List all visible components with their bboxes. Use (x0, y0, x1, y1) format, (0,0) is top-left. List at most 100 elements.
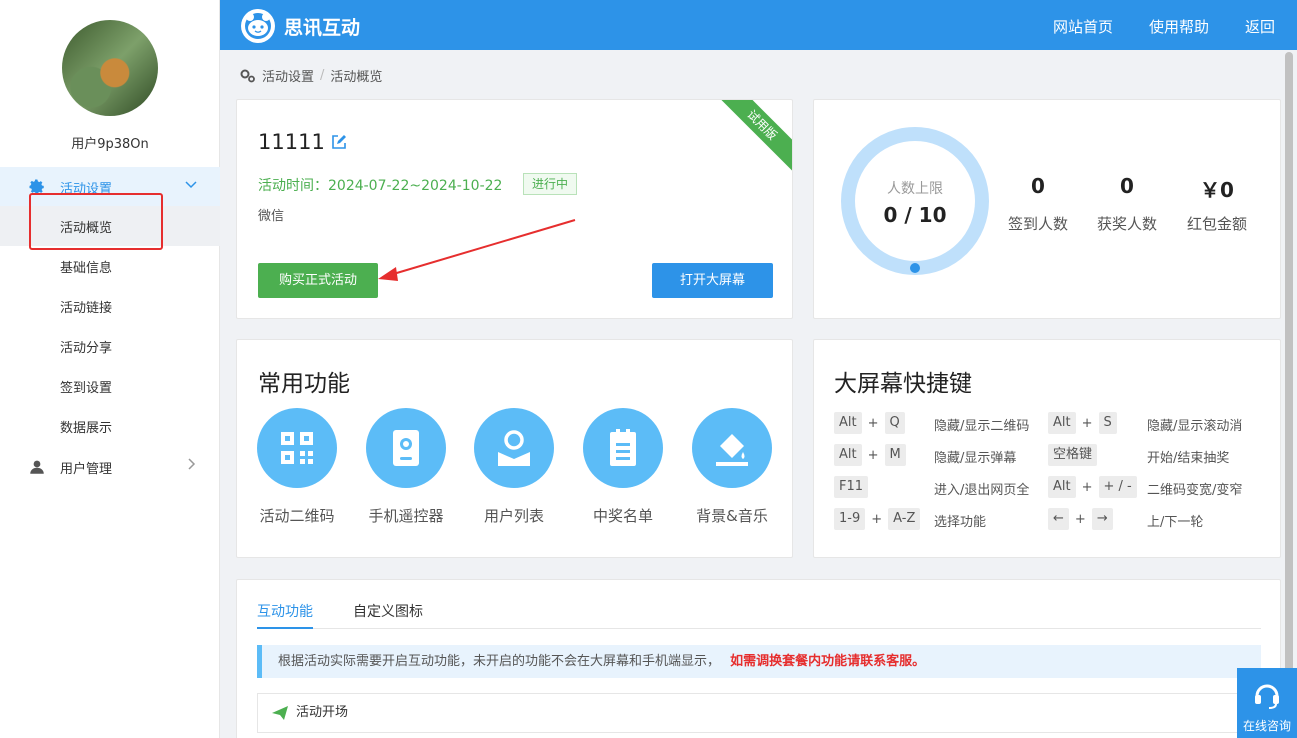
paper-plane-icon (272, 706, 288, 720)
breadcrumb-item[interactable]: 活动设置 (262, 66, 314, 85)
shortcut-key: F11 (834, 476, 869, 498)
common-functions-card: 常用功能 活动二维码 手机遥控器 用户列表 中奖名单 背景&音乐 (236, 339, 793, 558)
highlight-annotation-box (29, 193, 163, 250)
paint-bucket-icon (716, 434, 748, 466)
function-label: 活动二维码 (259, 507, 335, 525)
section-opening[interactable]: 活动开场 (257, 693, 1261, 733)
status-badge: 进行中 (523, 173, 578, 195)
shortcut-description: 选择功能 (934, 515, 987, 530)
notice-bar: 根据活动实际需要开启互动功能，未开启的功能不会在大屏幕和手机端显示， 如需调换套… (257, 645, 1261, 678)
shortcut-key: A-Z (888, 508, 921, 530)
shortcut-key: Alt (1048, 412, 1076, 434)
user-icon (30, 460, 44, 474)
shortcut-key: → (1091, 508, 1113, 530)
buy-formal-activity-button[interactable]: 购买正式活动 (258, 263, 378, 298)
breadcrumb-separator: / (320, 68, 325, 83)
plus-sign: + (867, 415, 879, 431)
shortcut-description: 隐藏/显示弹幕 (934, 451, 1017, 466)
function-user-list[interactable]: 用户列表 (474, 408, 554, 526)
stats-card: 人数上限 0 / 10 0 签到人数 0 获奖人数 ￥0 红包金额 (813, 99, 1281, 319)
tab-custom-icons[interactable]: 自定义图标 (353, 601, 423, 621)
interactive-functions-card: 互动功能 自定义图标 根据活动实际需要开启互动功能，未开启的功能不会在大屏幕和手… (236, 579, 1281, 738)
shortcut-description: 二维码变宽/变窄 (1147, 483, 1243, 498)
logo-icon (241, 9, 275, 43)
function-background-music[interactable]: 背景&音乐 (692, 408, 772, 526)
red-packet-amount: ￥0 (1200, 178, 1234, 202)
activity-name: 11111 (258, 130, 325, 154)
notice-highlight: 如需调换套餐内功能请联系客服。 (730, 654, 926, 669)
sidebar-group-user-management[interactable]: 用户管理 (0, 447, 220, 487)
shortcut-key: M (884, 444, 906, 466)
activity-card: 试用版 11111 活动时间：2024-07-22~2024-10-22 进行中… (236, 99, 793, 319)
shortcut-keys: Alt + + / - (1048, 476, 1137, 498)
shortcut-key: 1-9 (834, 508, 866, 530)
tab-divider (257, 628, 1261, 629)
shortcut-key: Alt (834, 412, 862, 434)
username: 用户9p38On (71, 137, 149, 152)
open-big-screen-button[interactable]: 打开大屏幕 (652, 263, 773, 298)
nav-help-link[interactable]: 使用帮助 (1149, 16, 1209, 37)
shortcut-description: 开始/结束抽奖 (1147, 451, 1230, 466)
edit-icon[interactable] (331, 134, 347, 150)
sidebar-item-checkin-settings[interactable]: 签到设置 (0, 366, 220, 406)
headset-icon (1255, 684, 1279, 709)
checkin-count: 0 (1031, 174, 1045, 198)
checkin-label: 签到人数 (1007, 215, 1068, 233)
notice-text: 根据活动实际需要开启互动功能，未开启的功能不会在大屏幕和手机端显示， (278, 654, 721, 669)
activity-platform: 微信 (258, 209, 285, 224)
plus-sign: + (1081, 479, 1093, 495)
sidebar: 用户9p38On 活动设置 活动概览 基础信息 活动链接 活动分享 签到设置 数… (0, 0, 220, 738)
gears-icon (240, 69, 255, 82)
sidebar-item-activity-share[interactable]: 活动分享 (0, 326, 220, 366)
function-remote[interactable]: 手机遥控器 (366, 408, 446, 526)
avatar[interactable] (62, 20, 158, 116)
chevron-right-icon (188, 458, 196, 470)
shortcut-key: 空格键 (1048, 444, 1098, 466)
shortcut-description: 进入/退出网页全 (934, 483, 1030, 498)
scrollbar[interactable] (1285, 52, 1293, 692)
qrcode-icon (281, 432, 313, 464)
sidebar-group-label: 用户管理 (60, 461, 113, 477)
function-label: 手机遥控器 (368, 507, 444, 525)
function-qrcode[interactable]: 活动二维码 (257, 408, 337, 526)
shortcut-key: Alt (834, 444, 862, 466)
red-packet-label: 红包金额 (1186, 215, 1247, 233)
shortcut-key: S (1098, 412, 1117, 434)
online-consult-button[interactable]: 在线咨询 (1237, 668, 1297, 738)
section-label: 活动开场 (296, 705, 349, 720)
shortcut-key: Alt (1048, 476, 1076, 498)
shortcuts-title: 大屏幕快捷键 (834, 371, 972, 397)
activity-time: 活动时间：2024-07-22~2024-10-22 (258, 178, 503, 194)
tab-interactive-functions[interactable]: 互动功能 (257, 601, 313, 629)
nav-home-link[interactable]: 网站首页 (1053, 16, 1113, 37)
shortcut-keys: ← + → (1048, 508, 1113, 530)
function-label: 背景&音乐 (696, 507, 768, 525)
sidebar-item-activity-link[interactable]: 活动链接 (0, 286, 220, 326)
shortcut-key: + / - (1098, 476, 1137, 498)
top-bar: 思讯互动 网站首页 使用帮助 返回 (220, 0, 1297, 50)
annotation-arrow (378, 219, 576, 281)
shortcut-keys: 1-9 + A-Z (834, 508, 921, 530)
brand-name: 思讯互动 (284, 17, 361, 39)
ring-value: 0 / 10 (883, 203, 947, 227)
shortcut-description: 上/下一轮 (1147, 515, 1204, 530)
clipboard-icon (610, 429, 636, 466)
sidebar-item-data-display[interactable]: 数据展示 (0, 406, 220, 446)
shortcut-description: 隐藏/显示二维码 (934, 419, 1030, 434)
capacity-ring (841, 127, 989, 275)
remote-icon (393, 430, 419, 466)
sidebar-item-basic-info[interactable]: 基础信息 (0, 246, 220, 286)
nav-back-link[interactable]: 返回 (1245, 16, 1275, 37)
trial-ribbon: 试用版 (711, 100, 792, 176)
shortcut-description: 隐藏/显示滚动消 (1147, 419, 1243, 434)
ring-title: 人数上限 (887, 181, 943, 197)
plus-sign: + (871, 511, 883, 527)
common-title: 常用功能 (258, 371, 350, 397)
chevron-down-icon (185, 181, 197, 189)
shortcut-key: ← (1048, 508, 1069, 530)
function-winner-list[interactable]: 中奖名单 (583, 408, 663, 526)
shortcut-keys: F11 (834, 476, 869, 498)
function-label: 用户列表 (483, 507, 544, 525)
winner-count: 0 (1120, 174, 1134, 198)
breadcrumb: 活动设置 / 活动概览 (240, 66, 382, 85)
